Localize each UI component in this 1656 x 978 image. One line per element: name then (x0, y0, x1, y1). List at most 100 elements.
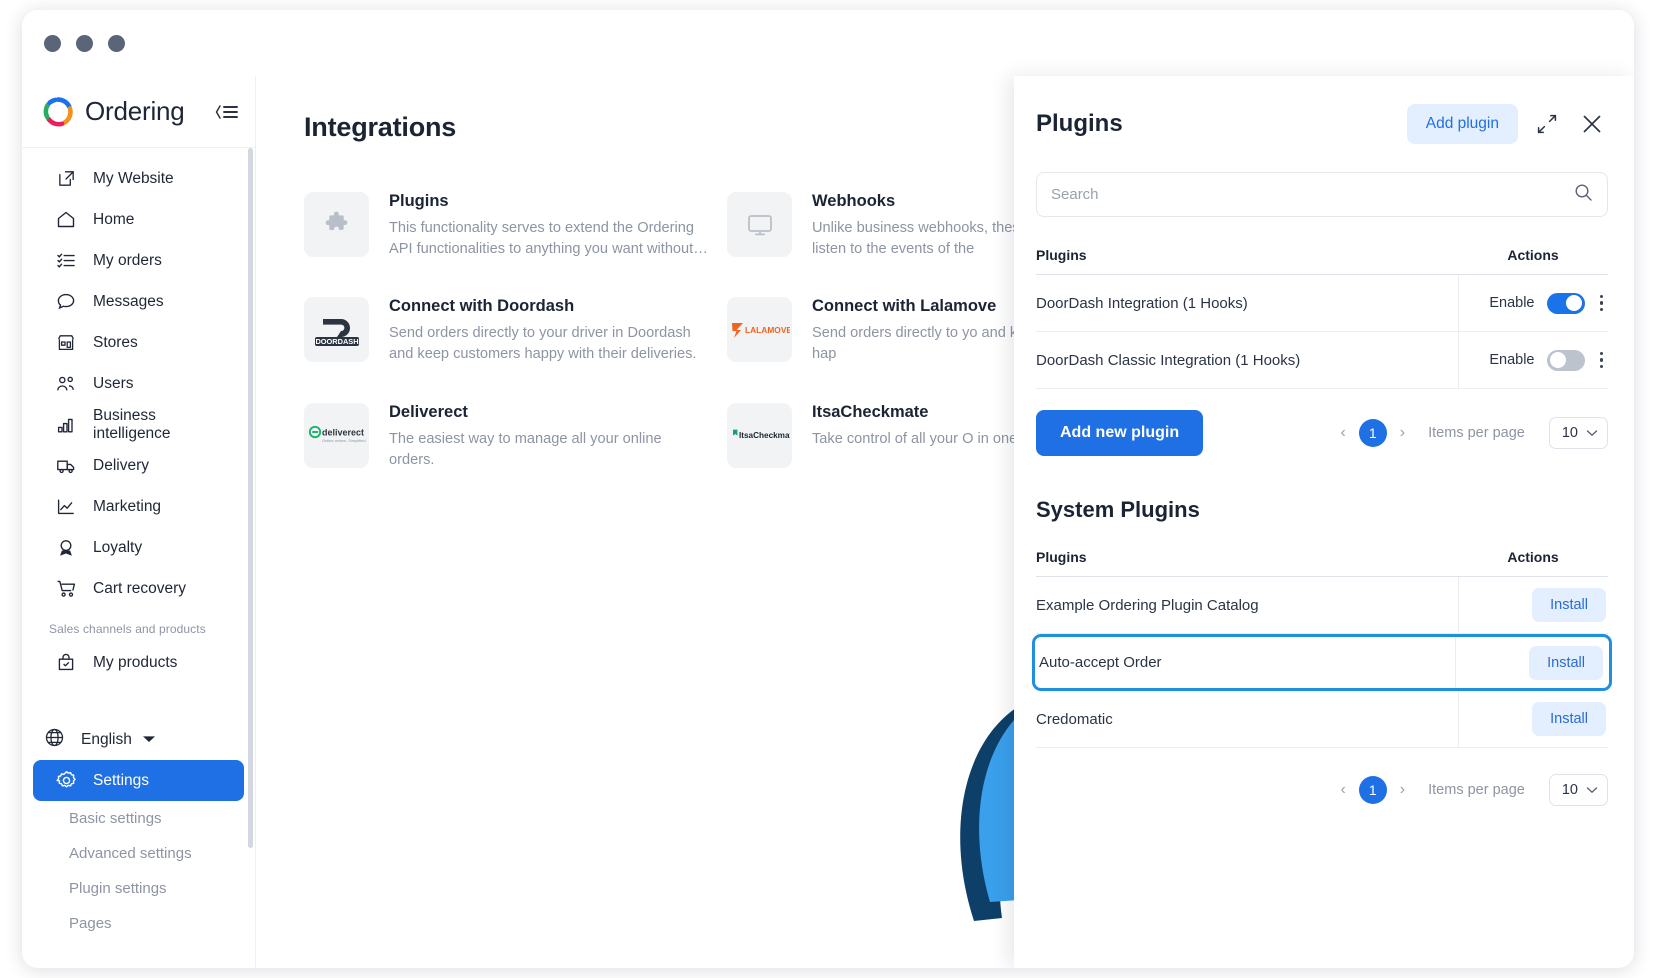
sidebar-subitem-basic-settings[interactable]: Basic settings (22, 801, 255, 836)
sidebar-item-users[interactable]: Users (33, 363, 244, 404)
sidebar-item-cart-recovery[interactable]: Cart recovery (33, 568, 244, 609)
sidebar-item-marketing[interactable]: Marketing (33, 486, 244, 527)
search-input[interactable] (1051, 186, 1574, 203)
card-title: Connect with Doordash (389, 297, 575, 316)
sidebar-item-my-products[interactable]: My products (33, 642, 244, 683)
expand-diagonal-icon[interactable] (1532, 109, 1562, 139)
column-header-plugins: Plugins (1036, 247, 1087, 263)
plugins-table-footer: Add new plugin ‹ 1 › Items per page 10 (1036, 410, 1608, 456)
sidebar-language-selector[interactable]: English (22, 719, 255, 760)
close-icon[interactable] (1576, 108, 1608, 140)
window-dot-minimize[interactable] (76, 34, 93, 52)
sidebar-scrollbar[interactable] (248, 148, 253, 848)
items-per-page-select[interactable]: 10 (1548, 774, 1608, 806)
sidebar-nav: My Website Home My orders Messages Store… (22, 148, 255, 941)
items-per-page-label: Items per page (1428, 782, 1525, 798)
sidebar-subitem-pages[interactable]: Pages (22, 906, 255, 941)
table-row[interactable]: Example Ordering Plugin Catalog Install (1036, 577, 1608, 634)
row-actions: Install (1458, 691, 1608, 747)
sidebar-item-delivery[interactable]: Delivery (33, 445, 244, 486)
system-plugins-title: System Plugins (1036, 497, 1200, 522)
integration-card-itsacheckmate[interactable]: ItsaCheckmate. ItsaCheckmate Take contro… (727, 402, 1014, 470)
integration-card-lalamove[interactable]: LALAMOVE Connect with Lalamove Send orde… (727, 297, 1014, 364)
sidebar-item-messages[interactable]: Messages (33, 281, 244, 322)
search-icon[interactable] (1574, 183, 1593, 207)
chevron-down-icon (1586, 425, 1598, 441)
sidebar-item-label: Messages (93, 292, 164, 310)
page-number[interactable]: 1 (1358, 776, 1387, 804)
window-dot-maximize[interactable] (108, 34, 125, 52)
sidebar-subitem-plugin-settings[interactable]: Plugin settings (22, 871, 255, 906)
install-button[interactable]: Install (1532, 588, 1606, 622)
system-plugins-table: Plugins Actions Example Ordering Plugin … (1032, 549, 1612, 748)
integration-card-deliverect[interactable]: deliverect Online orders. Simplified. De… (304, 402, 727, 470)
install-button[interactable]: Install (1529, 645, 1603, 680)
doordash-logo: DOORDASH (304, 297, 369, 363)
collapse-menu-icon[interactable] (213, 103, 239, 121)
deliverect-logo: deliverect Online orders. Simplified. (304, 402, 369, 468)
page-number[interactable]: 1 (1358, 419, 1387, 447)
enable-toggle[interactable] (1546, 292, 1585, 314)
ordering-logo-icon (42, 96, 74, 128)
shopping-cart-icon (55, 578, 77, 600)
external-link-icon (55, 168, 77, 190)
sidebar-item-label: My Website (93, 169, 174, 187)
table-row[interactable]: Credomatic Install (1036, 691, 1608, 748)
card-title: ItsaCheckmate (812, 402, 929, 421)
sidebar-item-label: My products (93, 653, 178, 671)
kebab-menu-icon[interactable] (1597, 348, 1607, 373)
enable-label: Enable (1489, 295, 1535, 311)
plugin-name: Auto-accept Order (1039, 654, 1162, 671)
card-title: Connect with Lalamove (812, 297, 997, 316)
page-title: Integrations (304, 112, 457, 142)
table-row[interactable]: DoorDash Classic Integration (1 Hooks) E… (1036, 332, 1608, 389)
truck-icon (55, 455, 77, 477)
sidebar-item-label: Delivery (93, 456, 149, 474)
sidebar-subitem-advanced-settings[interactable]: Advanced settings (22, 836, 255, 871)
add-plugin-button[interactable]: Add plugin (1406, 104, 1518, 144)
sidebar-item-label: Loyalty (93, 538, 143, 556)
chevron-right-icon[interactable]: › (1400, 424, 1405, 442)
plugin-name: Example Ordering Plugin Catalog (1036, 596, 1259, 614)
sidebar-item-label: Users (93, 374, 134, 392)
chevron-down-icon (1586, 782, 1598, 798)
users-icon (55, 373, 77, 395)
svg-text:Online orders. Simplified.: Online orders. Simplified. (322, 438, 366, 443)
add-new-plugin-button[interactable]: Add new plugin (1036, 410, 1204, 456)
chat-bubble-icon (55, 291, 77, 313)
globe-icon (44, 727, 65, 753)
window-dot-close[interactable] (44, 34, 61, 52)
integration-card-plugins[interactable]: Plugins This functionality serves to ext… (304, 192, 727, 259)
chevron-right-icon[interactable]: › (1400, 781, 1405, 799)
integration-card-doordash[interactable]: DOORDASH Connect with Doordash Send orde… (304, 297, 727, 364)
bag-check-icon (55, 652, 77, 674)
sidebar-item-loyalty[interactable]: Loyalty (33, 527, 244, 568)
sidebar-item-stores[interactable]: Stores (33, 322, 244, 363)
chevron-left-icon[interactable]: ‹ (1340, 424, 1345, 442)
window-title-bar (22, 10, 1634, 76)
sidebar-item-my-orders[interactable]: My orders (33, 240, 244, 281)
card-title: Deliverect (389, 402, 468, 421)
card-title: Webhooks (812, 192, 896, 210)
sidebar-item-settings[interactable]: Settings (33, 760, 244, 801)
sidebar-item-home[interactable]: Home (33, 199, 244, 240)
table-row-highlighted[interactable]: Auto-accept Order Install (1032, 634, 1612, 691)
kebab-menu-icon[interactable] (1597, 291, 1607, 316)
table-row[interactable]: DoorDash Integration (1 Hooks) Enable (1036, 275, 1608, 332)
card-description: Take control of all your O in one place! (812, 430, 1014, 447)
sidebar-item-business-intelligence[interactable]: Business intelligence (33, 404, 244, 445)
install-button[interactable]: Install (1532, 702, 1606, 736)
enable-toggle[interactable] (1546, 349, 1585, 371)
chevron-left-icon[interactable]: ‹ (1340, 781, 1345, 799)
store-icon (55, 332, 77, 354)
row-actions: Install (1455, 637, 1605, 688)
plugin-name: DoorDash Classic Integration (1 Hooks) (1036, 351, 1301, 369)
items-per-page-select[interactable]: 10 (1548, 417, 1608, 449)
items-per-page-value: 10 (1561, 782, 1578, 798)
card-description: Send orders directly to yo and keep cust… (812, 325, 1014, 363)
integration-card-webhooks[interactable]: Webhooks Unlike business webhooks, these… (727, 192, 1014, 259)
plugins-search-box[interactable] (1036, 172, 1608, 217)
plugin-name: DoorDash Integration (1 Hooks) (1036, 294, 1248, 312)
column-header-actions: Actions (1507, 549, 1559, 565)
sidebar-item-my-website[interactable]: My Website (33, 158, 244, 199)
